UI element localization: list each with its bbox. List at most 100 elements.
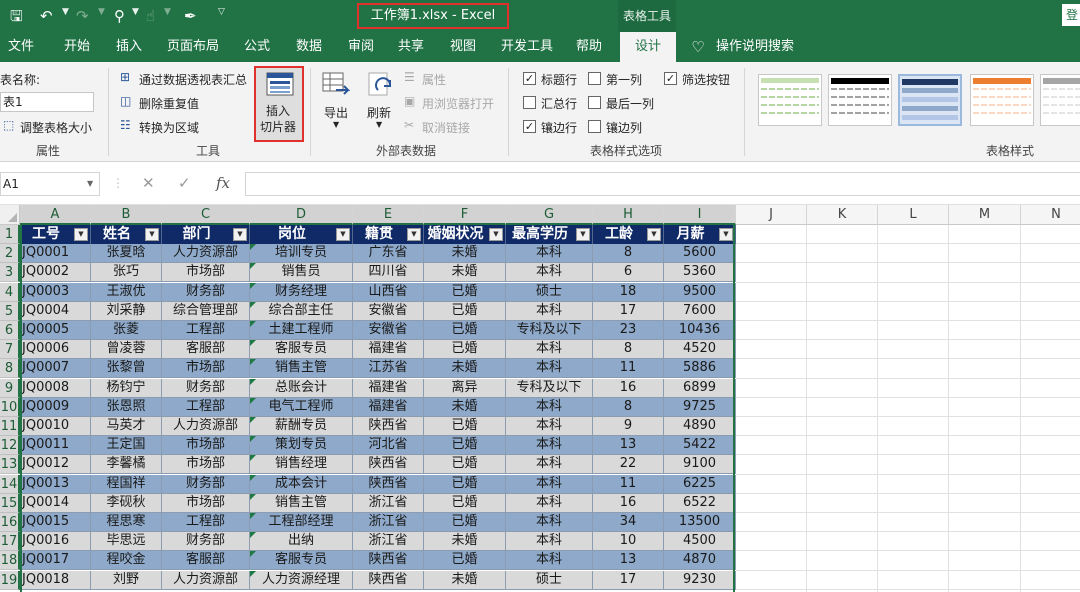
- cell-hometown[interactable]: 福建省: [353, 397, 424, 417]
- column-header-m[interactable]: M: [949, 205, 1021, 225]
- row-header-8[interactable]: 8: [0, 359, 20, 379]
- cell-dept[interactable]: 市场部: [162, 263, 250, 283]
- cell-tenure[interactable]: 16: [593, 378, 664, 398]
- cell-id[interactable]: JQ0016: [20, 532, 91, 552]
- cell-salary[interactable]: 13500: [664, 513, 736, 532]
- cell-dept[interactable]: 市场部: [162, 436, 250, 456]
- cell-education[interactable]: 硕士: [506, 282, 593, 302]
- header-cell-dept[interactable]: 部门 ▼: [162, 225, 250, 244]
- cell-id[interactable]: JQ0009: [20, 397, 91, 417]
- table-style-gray[interactable]: [1040, 74, 1080, 126]
- cell-hometown[interactable]: 浙江省: [353, 493, 424, 513]
- cell-salary[interactable]: 9230: [664, 570, 736, 590]
- export-button[interactable]: 导出: [324, 104, 348, 121]
- resize-table-icon[interactable]: ⬚: [3, 118, 14, 132]
- refresh-icon[interactable]: [368, 72, 394, 98]
- first-column-checkbox[interactable]: [588, 72, 601, 85]
- cell-marital[interactable]: 已婚: [424, 474, 506, 494]
- cell-dept[interactable]: 市场部: [162, 455, 250, 475]
- cell-salary[interactable]: 5600: [664, 244, 736, 264]
- column-header-h[interactable]: H: [593, 205, 664, 225]
- cell-position[interactable]: 客服专员: [250, 551, 353, 571]
- row-header-3[interactable]: 3: [0, 263, 20, 283]
- cell-marital[interactable]: 离异: [424, 378, 506, 398]
- redo-icon[interactable]: ↷: [76, 6, 89, 26]
- cell-position[interactable]: 销售员: [250, 263, 353, 283]
- cell-tenure[interactable]: 11: [593, 359, 664, 379]
- total-row-checkbox[interactable]: [523, 96, 536, 109]
- cell-dept[interactable]: 工程部: [162, 513, 250, 532]
- cell-id[interactable]: JQ0012: [20, 455, 91, 475]
- cell-tenure[interactable]: 10: [593, 532, 664, 552]
- tab-data[interactable]: 数据: [288, 32, 330, 62]
- cell-name[interactable]: 张巧: [91, 263, 162, 283]
- column-header-d[interactable]: D: [250, 205, 353, 225]
- cell-education[interactable]: 本科: [506, 340, 593, 360]
- cell-marital[interactable]: 未婚: [424, 532, 506, 552]
- cell-hometown[interactable]: 安徽省: [353, 321, 424, 340]
- cell-hometown[interactable]: 陕西省: [353, 570, 424, 590]
- export-dropdown-icon[interactable]: ▼: [333, 120, 339, 129]
- cell-id[interactable]: JQ0004: [20, 301, 91, 321]
- save-icon[interactable]: 🖫: [10, 6, 23, 26]
- cell-hometown[interactable]: 陕西省: [353, 455, 424, 475]
- cell-name[interactable]: 李馨橘: [91, 455, 162, 475]
- cancel-icon[interactable]: ✕: [142, 173, 155, 193]
- cell-hometown[interactable]: 浙江省: [353, 532, 424, 552]
- cell-education[interactable]: 本科: [506, 513, 593, 532]
- cell-hometown[interactable]: 陕西省: [353, 551, 424, 571]
- export-icon[interactable]: [322, 72, 350, 98]
- cell-education[interactable]: 硕士: [506, 570, 593, 590]
- format-painter-icon[interactable]: ✒: [184, 6, 197, 26]
- cell-marital[interactable]: 已婚: [424, 321, 506, 340]
- convert-to-range-button[interactable]: 转换为区域: [139, 119, 199, 136]
- tab-file[interactable]: 文件: [0, 32, 42, 62]
- cell-hometown[interactable]: 陕西省: [353, 417, 424, 436]
- formula-input[interactable]: [245, 172, 1080, 196]
- cell-salary[interactable]: 4520: [664, 340, 736, 360]
- cell-tenure[interactable]: 8: [593, 244, 664, 264]
- cell-id[interactable]: JQ0001: [20, 244, 91, 264]
- tab-view[interactable]: 视图: [442, 32, 484, 62]
- cell-marital[interactable]: 已婚: [424, 417, 506, 436]
- row-header-11[interactable]: 11: [0, 417, 20, 436]
- cell-position[interactable]: 电气工程师: [250, 397, 353, 417]
- tab-review[interactable]: 审阅: [340, 32, 382, 62]
- filter-dropdown-icon[interactable]: ▼: [719, 228, 733, 241]
- cell-salary[interactable]: 9500: [664, 282, 736, 302]
- cell-marital[interactable]: 已婚: [424, 282, 506, 302]
- cell-education[interactable]: 本科: [506, 397, 593, 417]
- header-cell-marital[interactable]: 婚姻状况 ▼: [424, 225, 506, 244]
- cell-tenure[interactable]: 16: [593, 493, 664, 513]
- refresh-button[interactable]: 刷新: [367, 104, 391, 121]
- filter-dropdown-icon[interactable]: ▼: [145, 228, 159, 241]
- cell-position[interactable]: 出纳: [250, 532, 353, 552]
- cell-hometown[interactable]: 江苏省: [353, 359, 424, 379]
- cell-name[interactable]: 李砚秋: [91, 493, 162, 513]
- worksheet-grid[interactable]: ABCDEFGHIJKLMN 1 2 3 4 5 6 7 8 9 10 11 12 13 14 15 16 17…: [0, 205, 1080, 592]
- row-header-15[interactable]: 15: [0, 493, 20, 513]
- insert-function-icon[interactable]: fx: [216, 173, 230, 193]
- cell-education[interactable]: 本科: [506, 301, 593, 321]
- table-style-blue-selected[interactable]: [898, 74, 962, 126]
- filter-dropdown-icon[interactable]: ▼: [647, 228, 661, 241]
- tab-share[interactable]: 共享: [390, 32, 432, 62]
- cell-hometown[interactable]: 四川省: [353, 263, 424, 283]
- cell-dept[interactable]: 综合管理部: [162, 301, 250, 321]
- cell-id[interactable]: JQ0014: [20, 493, 91, 513]
- cell-salary[interactable]: 4500: [664, 532, 736, 552]
- cell-id[interactable]: JQ0005: [20, 321, 91, 340]
- cell-id[interactable]: JQ0003: [20, 282, 91, 302]
- cell-name[interactable]: 张黎曾: [91, 359, 162, 379]
- row-header-1[interactable]: 1: [0, 225, 20, 244]
- banded-rows-checkbox[interactable]: ✓: [523, 120, 536, 133]
- cell-name[interactable]: 曾凌蓉: [91, 340, 162, 360]
- cell-position[interactable]: 销售经理: [250, 455, 353, 475]
- cell-position[interactable]: 工程部经理: [250, 513, 353, 532]
- cell-salary[interactable]: 6522: [664, 493, 736, 513]
- cell-position[interactable]: 客服专员: [250, 340, 353, 360]
- column-header-g[interactable]: G: [506, 205, 593, 225]
- remove-duplicates-button[interactable]: 删除重复值: [139, 95, 199, 112]
- cell-salary[interactable]: 4870: [664, 551, 736, 571]
- cell-name[interactable]: 程思寒: [91, 513, 162, 532]
